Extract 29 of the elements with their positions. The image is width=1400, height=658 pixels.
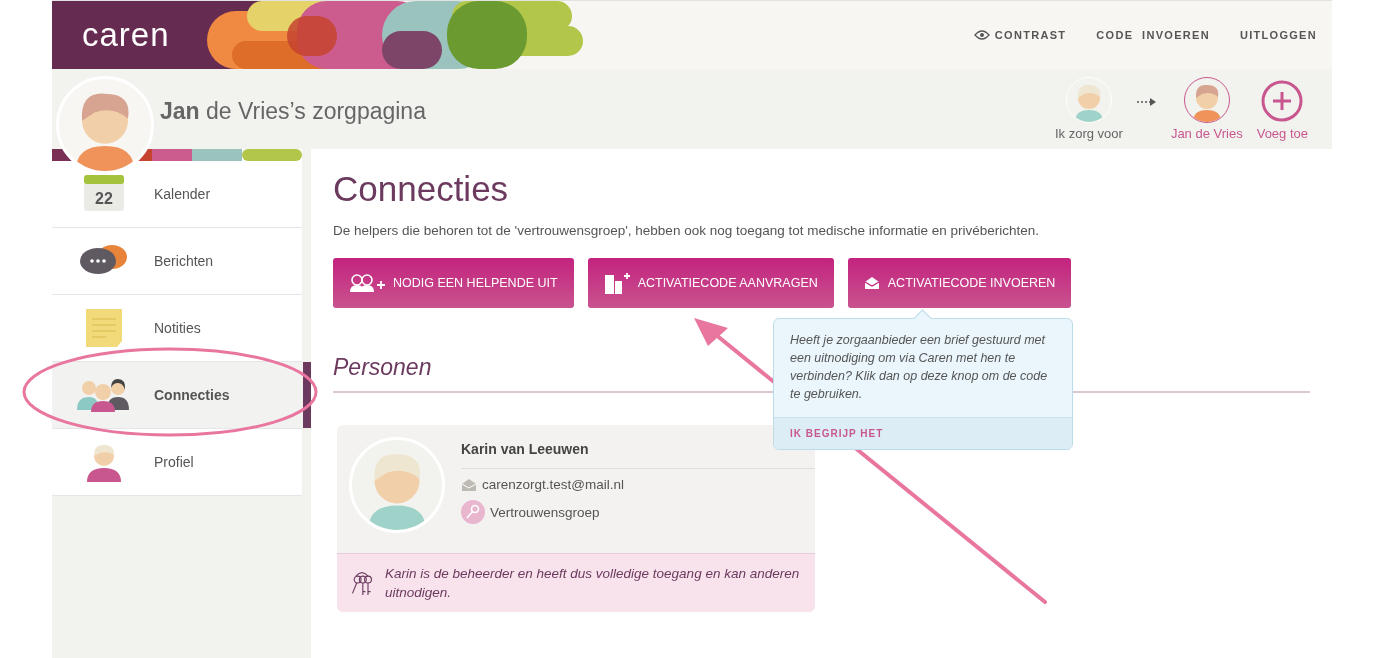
person-switch[interactable]: Jan de Vries <box>1170 77 1243 141</box>
page-title: Jan de Vries’s zorgpagina <box>160 98 426 125</box>
logo[interactable]: caren <box>52 1 207 69</box>
description: De helpers die behoren tot de 'vertrouwensgroep', hebben ook nog toegang tot medische informatie en privéberichten. <box>333 223 1041 238</box>
key-badge-icon <box>461 500 485 524</box>
header-link[interactable]: CONTRAST <box>973 29 1067 41</box>
group-label: Vertrouwensgroep <box>490 504 600 520</box>
building-plus-icon <box>603 272 630 294</box>
action-button[interactable]: ACTIVATIECODE INVOEREN <box>847 258 1072 308</box>
section-heading: Connecties <box>333 169 510 209</box>
admin-note: Karin is de beheerder en heeft dus volledige toegang en kan anderen uitnodigen. <box>384 565 801 602</box>
people-icon <box>77 378 131 412</box>
action-button[interactable]: ACTIVATIECODE AANVRAGEN <box>587 258 834 308</box>
person-icon <box>86 442 122 482</box>
header-link[interactable]: UITLOGGEN <box>1239 29 1317 41</box>
envelope-icon <box>461 477 477 492</box>
selection-marker <box>303 362 311 428</box>
person-switch[interactable]: Ik zorg voor <box>1054 77 1123 141</box>
note-icon <box>86 309 122 347</box>
person-switch[interactable]: Voeg toe <box>1256 79 1308 141</box>
arrow-icon <box>1136 98 1157 106</box>
calendar-icon: 22 <box>84 175 124 213</box>
add-people-icon <box>349 273 385 293</box>
action-button[interactable]: NODIG EEN HELPENDE UIT <box>333 258 574 308</box>
header-link[interactable]: CODE INVOEREN <box>1096 29 1210 41</box>
eye-icon <box>973 30 990 40</box>
email-text: carenzorgt.test@mail.nl <box>482 477 624 492</box>
envelope-icon <box>863 276 880 290</box>
add-icon <box>1260 79 1305 123</box>
